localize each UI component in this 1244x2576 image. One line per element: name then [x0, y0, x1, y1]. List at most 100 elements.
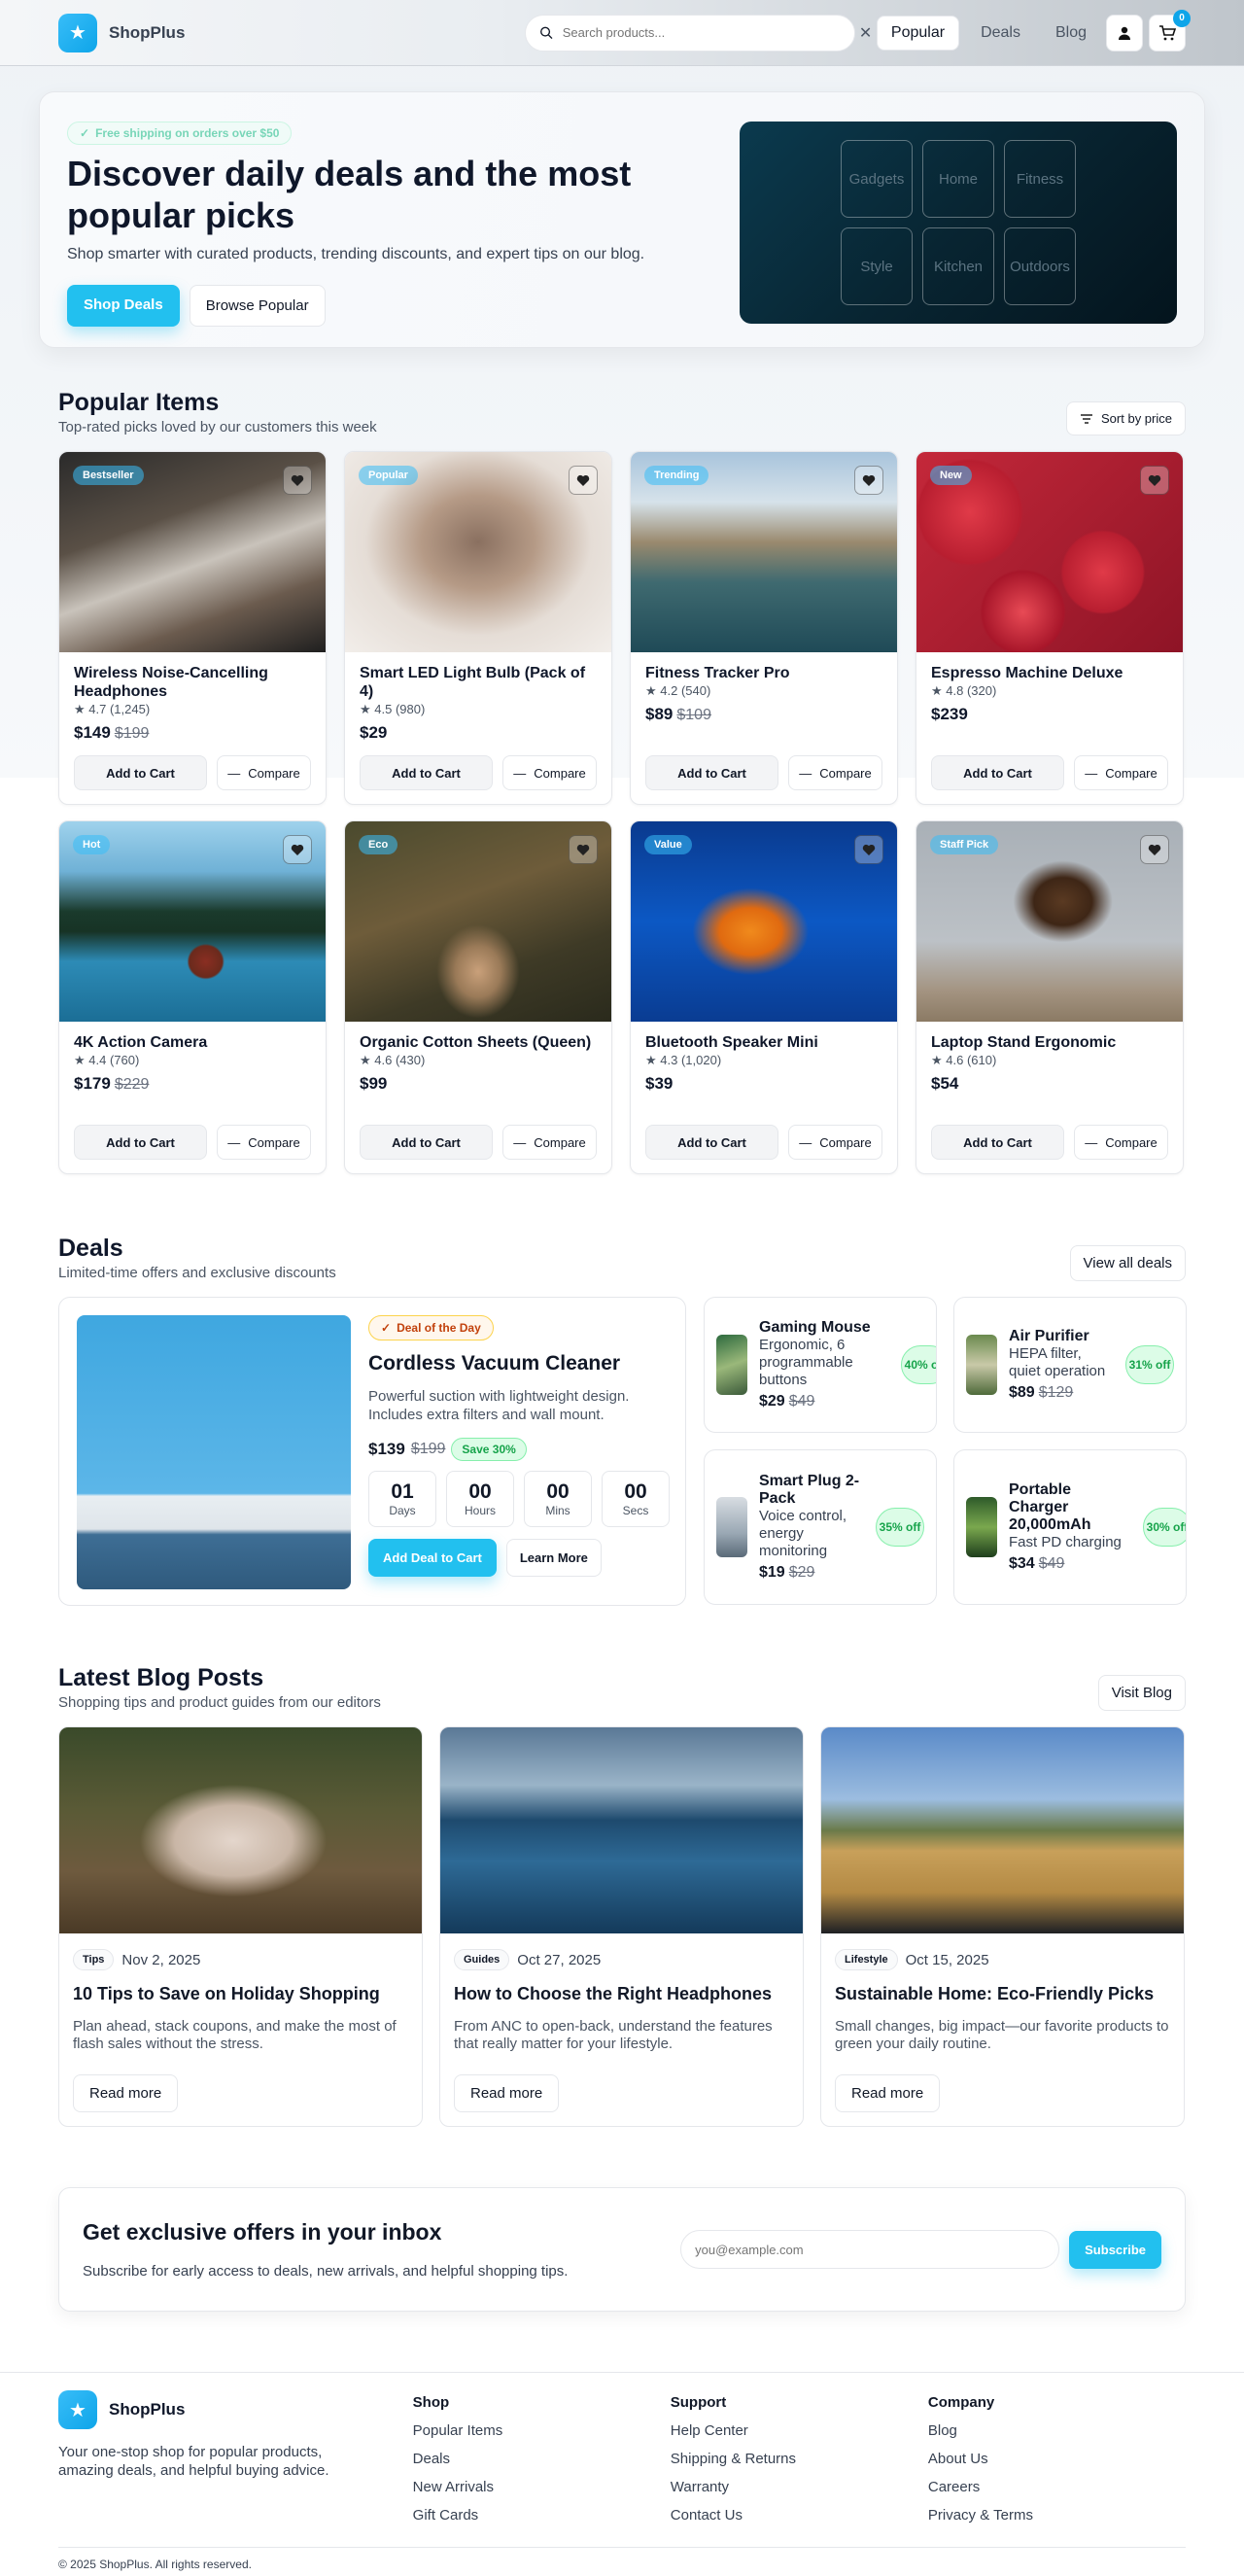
product-card[interactable]: New Espresso Machine Deluxe ★ 4.8 (320) … [916, 451, 1184, 805]
visit-blog-button[interactable]: Visit Blog [1097, 1675, 1186, 1711]
heart-icon[interactable] [569, 466, 598, 495]
category-tile[interactable]: Fitness [1004, 140, 1076, 218]
footer-link[interactable]: Help Center [671, 2422, 928, 2439]
heart-icon[interactable] [283, 466, 312, 495]
heart-icon[interactable] [854, 835, 883, 864]
category-tile[interactable]: Outdoors [1004, 227, 1076, 305]
add-to-cart-button[interactable]: Add to Cart [645, 1125, 778, 1160]
blog-post-title[interactable]: How to Choose the Right Headphones [454, 1984, 789, 2004]
mini-deal-card[interactable]: Smart Plug 2-Pack Voice control, energy … [704, 1449, 937, 1605]
blog-card[interactable]: Guides Oct 27, 2025 How to Choose the Rig… [439, 1726, 804, 2127]
nav-deals[interactable]: Deals [967, 17, 1034, 50]
category-tile[interactable]: Style [841, 227, 913, 305]
nav-blog[interactable]: Blog [1042, 17, 1100, 50]
clear-search-icon[interactable]: ✕ [859, 23, 873, 43]
product-card[interactable]: Value Bluetooth Speaker Mini ★ 4.3 (1,02… [630, 820, 898, 1174]
sort-button[interactable]: Sort by price [1066, 401, 1186, 435]
footer-link[interactable]: Deals [413, 2451, 671, 2467]
mini-deal-desc: Ergonomic, 6 programmable buttons [759, 1337, 853, 1388]
product-tag: Staff Pick [930, 835, 999, 854]
add-deal-to-cart-button[interactable]: Add Deal to Cart [368, 1539, 497, 1577]
add-to-cart-button[interactable]: Add to Cart [74, 1125, 207, 1160]
check-icon: ✓ [381, 1321, 392, 1335]
footer-link[interactable]: About Us [928, 2451, 1186, 2467]
compare-button[interactable]: — Compare [788, 1125, 882, 1160]
footer-link[interactable]: Careers [928, 2479, 1186, 2495]
search-bar[interactable] [524, 14, 855, 52]
blog-card[interactable]: Tips Nov 2, 2025 10 Tips to Save on Holid… [58, 1726, 423, 2127]
footer-link[interactable]: Contact Us [671, 2507, 928, 2524]
brand-logo[interactable]: ★ ShopPlus [58, 13, 186, 52]
read-more-button[interactable]: Read more [73, 2074, 179, 2112]
compare-label: Compare [819, 765, 872, 781]
heart-icon[interactable] [854, 466, 883, 495]
browse-popular-button[interactable]: Browse Popular [189, 285, 326, 327]
add-to-cart-button[interactable]: Add to Cart [931, 1125, 1064, 1160]
footer-link[interactable]: Warranty [671, 2479, 928, 2495]
product-name: 4K Action Camera [74, 1034, 208, 1051]
add-to-cart-button[interactable]: Add to Cart [360, 1125, 493, 1160]
product-name: Wireless Noise-Cancelling Headphones [74, 665, 268, 700]
add-to-cart-button[interactable]: Add to Cart [931, 755, 1064, 790]
mini-deal-card[interactable]: Gaming Mouse Ergonomic, 6 programmable b… [704, 1297, 937, 1433]
product-card[interactable]: Popular Smart LED Light Bulb (Pack of 4)… [344, 451, 612, 805]
category-tile[interactable]: Gadgets [841, 140, 913, 218]
popular-subtitle: Top-rated picks loved by our customers t… [58, 419, 377, 435]
footer-logo[interactable]: ★ ShopPlus [58, 2390, 413, 2429]
discount-badge: 40% off [901, 1345, 936, 1384]
price-current: $89 [645, 705, 674, 723]
product-card[interactable]: Staff Pick Laptop Stand Ergonomic ★ 4.6 … [916, 820, 1184, 1174]
account-button[interactable] [1106, 14, 1143, 52]
nav-popular[interactable]: Popular [876, 15, 960, 51]
product-card[interactable]: Eco Organic Cotton Sheets (Queen) ★ 4.6 … [344, 820, 612, 1174]
product-card[interactable]: Trending Fitness Tracker Pro ★ 4.2 (540)… [630, 451, 898, 805]
footer-link[interactable]: Gift Cards [413, 2507, 671, 2524]
compare-button[interactable]: — Compare [217, 755, 311, 790]
compare-button[interactable]: — Compare [502, 755, 597, 790]
learn-more-button[interactable]: Learn More [505, 1539, 602, 1577]
heart-icon[interactable] [1140, 466, 1169, 495]
add-to-cart-button[interactable]: Add to Cart [645, 755, 778, 790]
blog-card[interactable]: Lifestyle Oct 15, 2025 Sustainable Home: … [820, 1726, 1185, 2127]
compare-button[interactable]: — Compare [217, 1125, 311, 1160]
compare-button[interactable]: — Compare [502, 1125, 597, 1160]
blog-post-title[interactable]: 10 Tips to Save on Holiday Shopping [73, 1984, 408, 2004]
compare-button[interactable]: — Compare [1074, 1125, 1168, 1160]
footer-link[interactable]: Privacy & Terms [928, 2507, 1186, 2524]
blog-post-title[interactable]: Sustainable Home: Eco-Friendly Picks [835, 1984, 1170, 2004]
footer-link[interactable]: Blog [928, 2422, 1186, 2439]
compare-button[interactable]: — Compare [1074, 755, 1168, 790]
compare-button[interactable]: — Compare [788, 755, 882, 790]
heart-icon[interactable] [569, 835, 598, 864]
product-rating: ★ 4.8 (320) [931, 683, 1168, 699]
search-input[interactable] [562, 25, 841, 40]
footer-link[interactable]: Popular Items [413, 2422, 671, 2439]
email-input[interactable] [680, 2230, 1060, 2269]
mini-deal-card[interactable]: Portable Charger 20,000mAh Fast PD charg… [953, 1449, 1187, 1605]
popular-title: Popular Items [58, 389, 220, 416]
footer-link[interactable]: New Arrivals [413, 2479, 671, 2495]
cart-button[interactable]: 0 [1149, 9, 1191, 52]
view-all-deals-button[interactable]: View all deals [1069, 1245, 1186, 1281]
product-card[interactable]: Hot 4K Action Camera ★ 4.4 (760) $179 $22… [58, 820, 327, 1174]
product-card[interactable]: Bestseller Wireless Noise-Cancelling Hea… [58, 451, 327, 805]
countdown-secs: 00 Secs [602, 1471, 670, 1527]
add-to-cart-button[interactable]: Add to Cart [360, 755, 493, 790]
shop-deals-button[interactable]: Shop Deals [67, 285, 180, 327]
subscribe-button[interactable]: Subscribe [1069, 2230, 1161, 2269]
heart-icon[interactable] [283, 835, 312, 864]
countdown-label: Days [389, 1504, 416, 1517]
category-tile[interactable]: Home [922, 140, 994, 218]
hero-subtitle: Shop smarter with curated products, tren… [67, 246, 645, 262]
blog-title: Latest Blog Posts [58, 1664, 264, 1691]
heart-icon[interactable] [1140, 835, 1169, 864]
brand-name: ShopPlus [109, 22, 186, 42]
mini-price-old: $49 [1038, 1555, 1065, 1572]
read-more-button[interactable]: Read more [454, 2074, 560, 2112]
add-to-cart-button[interactable]: Add to Cart [74, 755, 207, 790]
footer-link[interactable]: Shipping & Returns [671, 2451, 928, 2467]
category-tile[interactable]: Kitchen [922, 227, 994, 305]
read-more-button[interactable]: Read more [835, 2074, 941, 2112]
minus-icon: — [513, 1134, 527, 1150]
mini-deal-card[interactable]: Air Purifier HEPA filter, quiet operatio… [953, 1297, 1187, 1433]
